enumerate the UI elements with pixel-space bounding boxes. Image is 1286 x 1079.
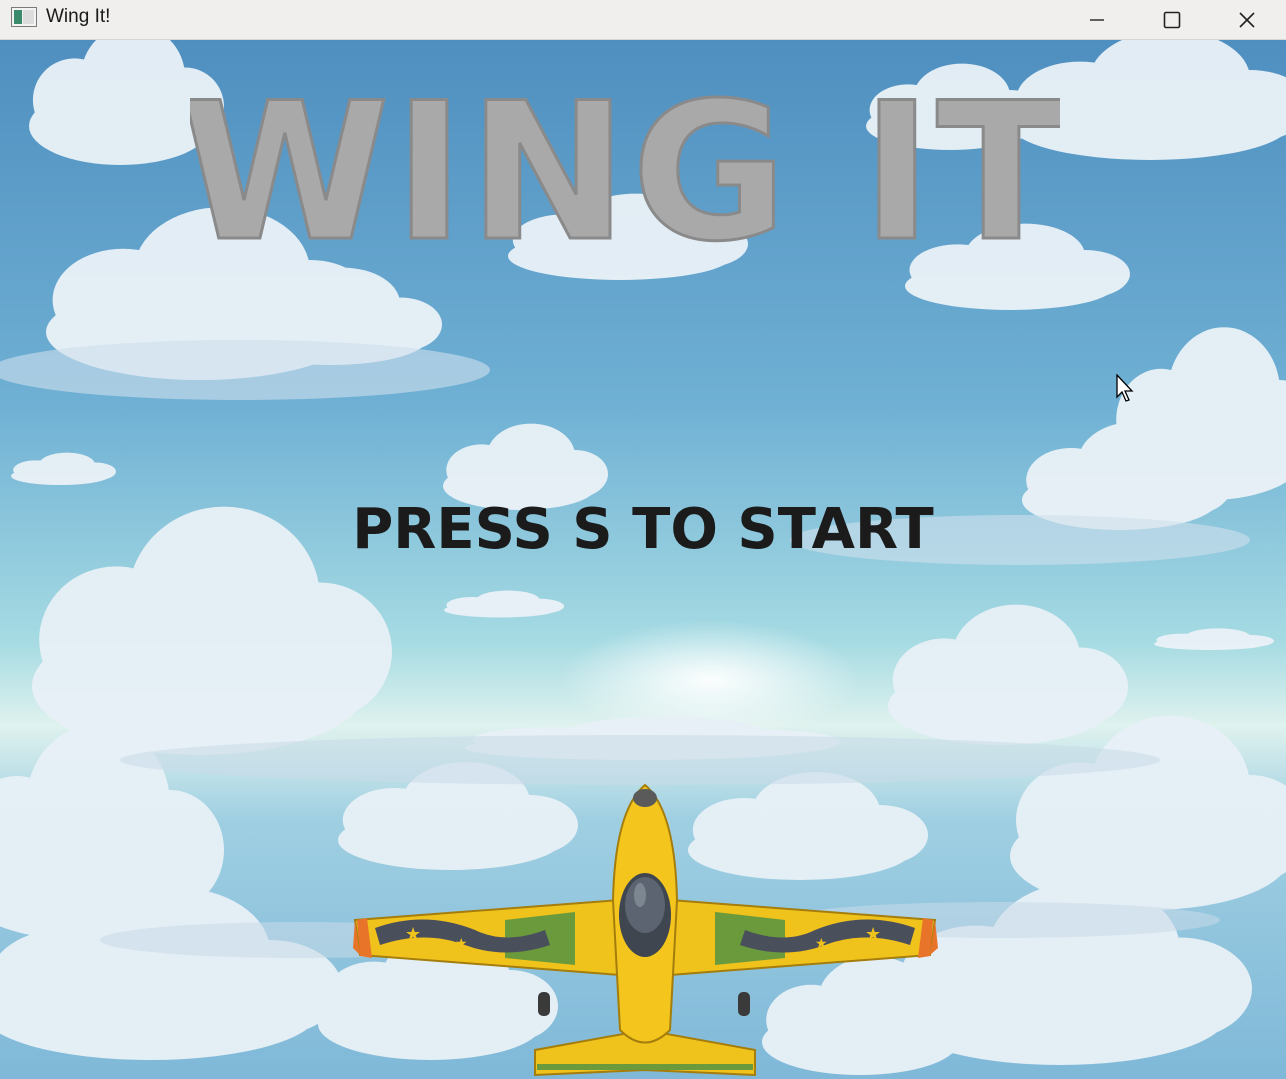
close-button[interactable] xyxy=(1212,0,1282,39)
maximize-icon xyxy=(1163,11,1181,28)
minimize-button[interactable] xyxy=(1062,0,1132,39)
game-logo: WING IT xyxy=(190,68,1060,268)
svg-text:★: ★ xyxy=(865,924,881,945)
mouse-cursor-icon xyxy=(1116,374,1134,402)
close-icon xyxy=(1239,11,1255,28)
svg-text:★: ★ xyxy=(815,936,828,952)
game-canvas[interactable]: WING IT PRESS S TO START ★ ★ ★ ★ xyxy=(0,40,1286,1079)
player-plane: ★ ★ ★ ★ xyxy=(353,783,938,1077)
svg-text:★: ★ xyxy=(405,924,421,945)
app-icon xyxy=(11,7,37,27)
app-window: Wing It! WING IT PRESS S TO START ★ ★ ★ … xyxy=(0,0,1286,1079)
start-prompt: PRESS S TO START xyxy=(352,497,934,562)
title-bar[interactable]: Wing It! xyxy=(0,0,1286,40)
minimize-icon xyxy=(1090,18,1104,21)
svg-text:★: ★ xyxy=(455,936,468,952)
window-title: Wing It! xyxy=(46,6,111,27)
svg-text:WING IT: WING IT xyxy=(190,68,1060,268)
maximize-button[interactable] xyxy=(1137,0,1207,39)
